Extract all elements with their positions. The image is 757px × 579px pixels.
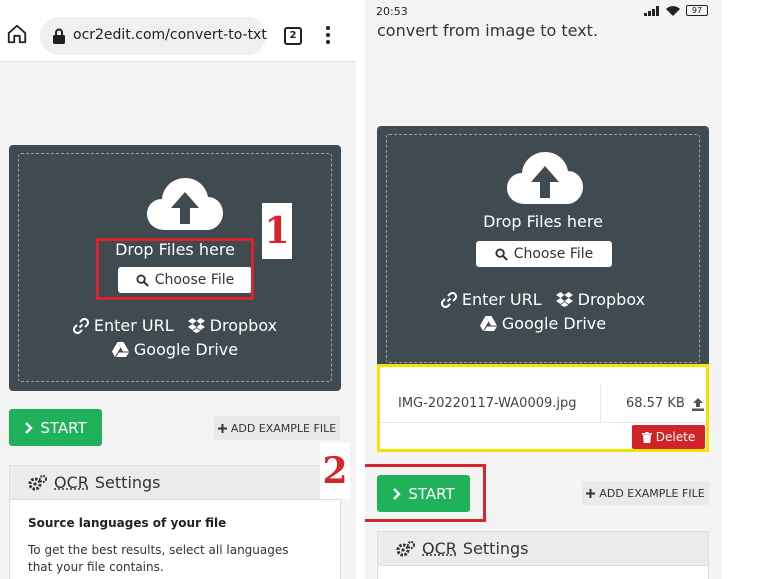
link-icon	[72, 317, 89, 334]
start-button[interactable]: START	[9, 409, 102, 446]
gears-icon	[28, 474, 47, 490]
uploaded-file-panel: IMG-20220117-WA0009.jpg 68.57 KB Delete	[377, 364, 709, 452]
ocr-abbr: OCR	[422, 539, 457, 558]
ocr-settings-header[interactable]: OCR Settings	[378, 532, 708, 566]
choose-file-button[interactable]: Choose File	[476, 241, 612, 267]
step-number-1: 1	[262, 203, 292, 259]
add-example-file-button[interactable]: ADD EXAMPLE FILE	[582, 481, 709, 505]
file-size: 68.57 KB	[626, 396, 705, 411]
left-phone-screen: ocr2edit.com/convert-to-txt 2 Drop Files…	[0, 0, 356, 579]
gears-icon	[396, 540, 415, 556]
file-name: IMG-20220117-WA0009.jpg	[398, 396, 577, 411]
file-row: IMG-20220117-WA0009.jpg 68.57 KB	[380, 383, 706, 423]
address-bar[interactable]: ocr2edit.com/convert-to-txt	[40, 17, 267, 55]
tabs-icon[interactable]: 2	[284, 27, 302, 45]
file-size-text: 68.57 KB	[626, 396, 685, 411]
right-phone-screen: 20:53 97 convert from image to text. Dro…	[365, 0, 722, 579]
ocr-settings-panel: OCR Settings	[377, 531, 709, 579]
dropbox-link[interactable]: Dropbox	[187, 316, 278, 335]
search-icon	[495, 247, 508, 261]
upload-sources-row-2: Google Drive	[387, 314, 699, 333]
wifi-icon	[666, 5, 680, 16]
source-languages-description: To get the best results, select all lang…	[28, 543, 289, 574]
dropbox-label: Dropbox	[209, 316, 278, 335]
upload-sources-row: Enter URL Dropbox	[387, 290, 699, 309]
google-drive-icon	[111, 342, 129, 357]
ocr-settings-title: Settings	[462, 539, 529, 558]
drop-files-text: Drop Files here	[483, 212, 603, 231]
upload-icon	[691, 397, 704, 411]
cloud-upload-icon	[147, 178, 223, 230]
google-drive-label: Google Drive	[501, 314, 607, 333]
ocr-settings-panel: OCR Settings Source languages of your fi…	[9, 465, 341, 579]
choose-file-label: Choose File	[513, 246, 594, 262]
screenshot-separator	[356, 0, 365, 579]
upload-dropzone[interactable]: Drop Files here Choose File Enter URL Dr…	[377, 126, 709, 370]
ocr-settings-header[interactable]: OCR Settings	[10, 466, 340, 500]
google-drive-icon	[479, 316, 497, 331]
dropbox-label: Dropbox	[577, 290, 646, 309]
lock-icon	[53, 28, 65, 44]
ocr-settings-title: Settings	[94, 473, 161, 492]
upload-sources-row: Enter URL Dropbox	[19, 316, 331, 335]
right-margin	[722, 0, 757, 579]
start-label: START	[40, 418, 87, 437]
signal-icon	[644, 5, 660, 16]
delete-label: Delete	[655, 430, 696, 444]
add-example-label: ADD EXAMPLE FILE	[230, 421, 337, 435]
dropbox-link[interactable]: Dropbox	[555, 290, 646, 309]
url-text: ocr2edit.com/convert-to-txt	[73, 27, 267, 43]
menu-icon[interactable]	[326, 26, 330, 44]
plus-icon	[217, 423, 227, 433]
ocr-abbr: OCR	[54, 473, 89, 492]
dropbox-icon	[555, 292, 573, 307]
enter-url-link[interactable]: Enter URL	[440, 290, 542, 309]
annotation-highlight-choose-file	[96, 238, 254, 300]
battery-icon: 97	[686, 5, 708, 16]
link-icon	[440, 291, 457, 308]
upload-sources-row-2: Google Drive	[19, 340, 331, 359]
source-languages-title: Source languages of your file	[28, 516, 227, 530]
annotation-highlight-start	[365, 464, 486, 522]
enter-url-link[interactable]: Enter URL	[72, 316, 174, 335]
google-drive-link[interactable]: Google Drive	[111, 340, 239, 359]
step-number-2: 2	[320, 443, 350, 499]
dropbox-icon	[187, 318, 205, 333]
chevron-right-icon	[25, 421, 34, 434]
intro-text: convert from image to text.	[377, 21, 599, 40]
browser-toolbar: ocr2edit.com/convert-to-txt 2	[0, 8, 356, 62]
home-icon[interactable]	[6, 23, 28, 45]
delete-file-button[interactable]: Delete	[632, 425, 705, 449]
cloud-upload-icon	[507, 152, 583, 204]
google-drive-label: Google Drive	[133, 340, 239, 359]
enter-url-label: Enter URL	[461, 290, 542, 309]
google-drive-link[interactable]: Google Drive	[479, 314, 607, 333]
add-example-file-button[interactable]: ADD EXAMPLE FILE	[214, 416, 340, 440]
left-status-bar	[0, 0, 356, 8]
status-time: 20:53	[376, 5, 408, 18]
file-row-divider	[600, 383, 601, 423]
status-right-icons: 97	[644, 5, 708, 16]
enter-url-label: Enter URL	[93, 316, 174, 335]
add-example-label: ADD EXAMPLE FILE	[599, 486, 705, 500]
trash-icon	[641, 431, 652, 443]
dropzone-border: Drop Files here Choose File Enter URL Dr…	[386, 134, 700, 363]
plus-icon	[586, 488, 596, 498]
screenshot-root: ocr2edit.com/convert-to-txt 2 Drop Files…	[0, 0, 757, 579]
